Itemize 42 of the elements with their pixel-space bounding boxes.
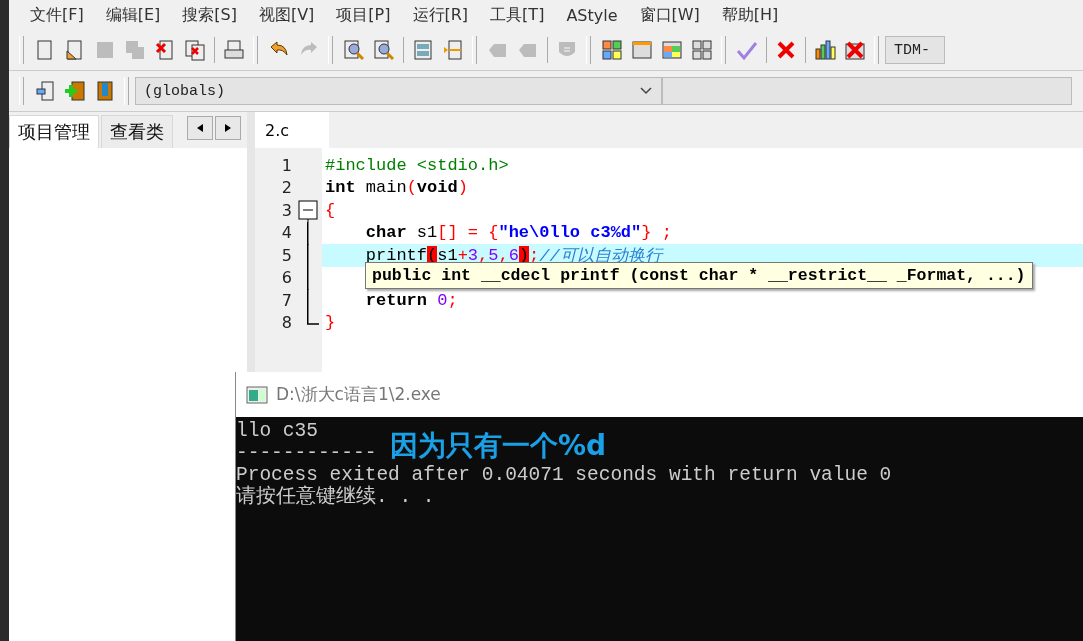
line-number: 2 bbox=[280, 178, 292, 198]
menu-item[interactable]: 视图[V] bbox=[247, 4, 326, 26]
menu-item[interactable]: 文件[F] bbox=[19, 4, 95, 26]
scroll-right-icon[interactable] bbox=[215, 116, 241, 140]
menu-item[interactable]: 编辑[E] bbox=[94, 4, 172, 26]
fold-icon[interactable] bbox=[298, 199, 318, 222]
menu-item[interactable]: 搜索[S] bbox=[171, 4, 248, 26]
menu-item[interactable]: 工具[T] bbox=[479, 4, 556, 26]
console-line: Process exited after 0.04071 seconds with return value 0 bbox=[236, 464, 892, 486]
code-line: } bbox=[324, 312, 337, 334]
console-line: 请按任意键继续. . . bbox=[236, 486, 435, 508]
line-number: 3 bbox=[280, 200, 292, 220]
compiler-dropdown[interactable]: TDM- bbox=[885, 36, 945, 64]
scroll-left-icon[interactable] bbox=[187, 116, 213, 140]
panel-tab[interactable]: 项目管理 bbox=[9, 115, 99, 148]
code-line: { bbox=[324, 199, 337, 222]
menu-item[interactable]: 窗口[W] bbox=[628, 4, 711, 26]
console-title: D:\浙大c语言1\2.exe bbox=[276, 383, 441, 406]
code-line: int main(void) bbox=[324, 177, 469, 199]
code-line: char s1[] = {"he\0llo c3%d"} ; bbox=[364, 222, 673, 244]
line-number: 6 bbox=[280, 268, 292, 288]
code-line: #include <stdio.h> bbox=[324, 154, 510, 177]
line-number: 7 bbox=[280, 290, 292, 310]
menu-item[interactable]: 运行[R] bbox=[401, 4, 480, 26]
console-line: llo c35 bbox=[236, 420, 318, 442]
line-number: 8 bbox=[280, 313, 292, 333]
panel-tab[interactable]: 查看类 bbox=[101, 115, 173, 148]
console-line: ------------ bbox=[236, 442, 377, 464]
chevron-icon bbox=[639, 86, 653, 96]
line-number: 5 bbox=[280, 245, 292, 265]
menu-item[interactable]: AStyle bbox=[555, 5, 629, 25]
line-number: 1 bbox=[280, 155, 292, 175]
console-icon bbox=[246, 385, 268, 404]
menu-item[interactable]: 帮助[H] bbox=[710, 4, 790, 26]
annotation-text: 因为只有一个%d bbox=[390, 428, 607, 464]
fold-end-line bbox=[307, 311, 319, 325]
line-number: 4 bbox=[280, 223, 292, 243]
code-line: return 0; bbox=[364, 289, 459, 312]
file-tab[interactable]: 2.c bbox=[255, 112, 329, 148]
call-tip: public int __cdecl printf (const char * __restrict__ _Format, ...) bbox=[365, 262, 1033, 289]
menu-item[interactable]: 项目[P] bbox=[325, 4, 402, 26]
scope-dropdown[interactable]: (globals) bbox=[135, 77, 662, 105]
